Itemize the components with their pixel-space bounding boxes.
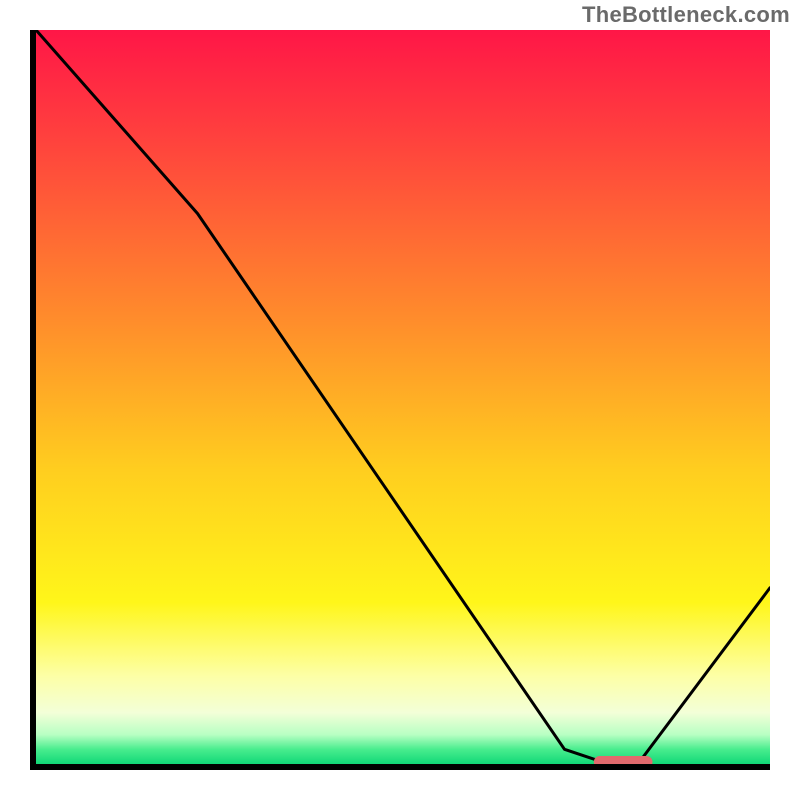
chart-canvas: TheBottleneck.com	[0, 0, 800, 800]
watermark-text: TheBottleneck.com	[582, 2, 790, 28]
x-axis	[30, 764, 770, 770]
plot-background	[36, 30, 770, 764]
